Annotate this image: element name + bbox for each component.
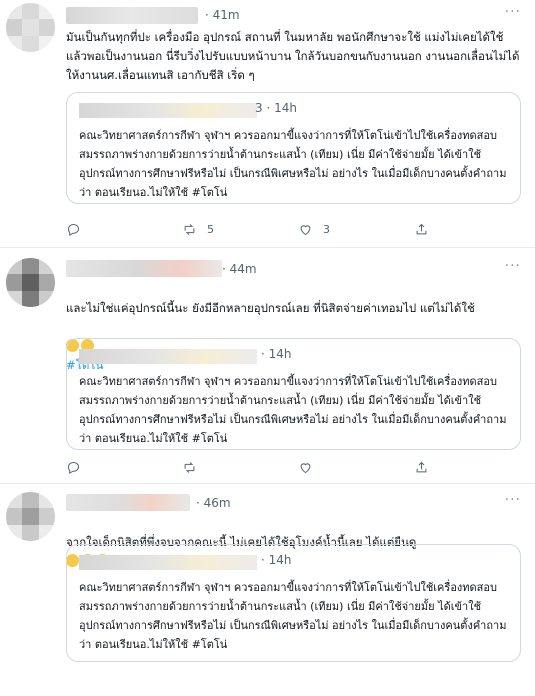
- like-count: 3: [323, 223, 330, 236]
- heart-icon: [300, 225, 311, 236]
- quoted-tweet[interactable]: · 14h คณะวิทยาศาสตร์การกีฬา จุฬาฯ ควรออก…: [66, 544, 521, 662]
- share-button[interactable]: [414, 460, 504, 475]
- quoted-text: คณะวิทยาศาสตร์การกีฬา จุฬาฯ ควรออกมาขี้แ…: [79, 129, 507, 199]
- quoted-username-blurred: [79, 349, 257, 364]
- avatar[interactable]: [6, 3, 55, 52]
- tweet-actions: [66, 460, 504, 475]
- reply-icon: [67, 461, 80, 475]
- quoted-time[interactable]: · 14h: [261, 553, 292, 567]
- share-button[interactable]: [414, 222, 504, 237]
- tweet-time[interactable]: · 46m: [196, 496, 231, 510]
- quoted-text: คณะวิทยาศาสตร์การกีฬา จุฬาฯ ควรออกมาขี้แ…: [79, 581, 507, 651]
- tweet-3[interactable]: · 46m ··· จากใจเด็กนิสิตที่พึ่งจบจากคณะน…: [0, 484, 535, 696]
- tweet-time[interactable]: · 44m: [222, 262, 257, 276]
- reply-button[interactable]: [66, 460, 156, 475]
- reply-button[interactable]: [66, 222, 156, 237]
- avatar[interactable]: [6, 492, 55, 541]
- share-icon: [416, 461, 427, 473]
- reply-icon: [67, 223, 80, 237]
- share-icon: [416, 223, 427, 235]
- tweet-time[interactable]: · 41m: [205, 8, 240, 22]
- username-blurred[interactable]: [66, 494, 190, 511]
- more-icon[interactable]: ···: [505, 258, 521, 274]
- like-button[interactable]: [298, 460, 388, 475]
- tweet-text: มันเป็นกันทุกที่ปะ เครื่องมือ อุปกรณ์ สถ…: [66, 30, 520, 82]
- avatar[interactable]: [6, 258, 55, 307]
- quoted-tweet[interactable]: 3 · 14h คณะวิทยาศาสตร์การกีฬา จุฬาฯ ควรอ…: [66, 92, 521, 204]
- more-icon[interactable]: ···: [505, 492, 521, 508]
- tweet-2[interactable]: · 44m ··· และไม่ใช่แค่อุปกรณ์นี้นะ ยังมี…: [0, 248, 535, 484]
- quoted-time[interactable]: 3 · 14h: [255, 101, 297, 115]
- retweet-count: 5: [207, 223, 214, 236]
- quoted-text: คณะวิทยาศาสตร์การกีฬา จุฬาฯ ควรออกมาขี้แ…: [79, 375, 507, 445]
- heart-icon: [300, 463, 311, 474]
- quoted-time[interactable]: · 14h: [261, 347, 292, 361]
- quoted-username-blurred: [79, 555, 257, 570]
- more-icon[interactable]: ···: [505, 4, 521, 20]
- retweet-icon: [184, 224, 195, 235]
- like-button[interactable]: 3: [298, 222, 388, 237]
- username-blurred[interactable]: [66, 260, 222, 277]
- quoted-tweet[interactable]: · 14h คณะวิทยาศาสตร์การกีฬา จุฬาฯ ควรออก…: [66, 338, 521, 450]
- retweet-icon: [184, 462, 195, 473]
- quoted-username-blurred: [79, 103, 257, 118]
- tweet-actions: 5 3: [66, 222, 504, 237]
- tweet-1[interactable]: · 41m ··· มันเป็นกันทุกที่ปะ เครื่องมือ …: [0, 0, 535, 248]
- retweet-button[interactable]: 5: [182, 222, 272, 237]
- tweet-body: และไม่ใช่แค่อุปกรณ์นี้นะ ยังมีอีกหลายอุป…: [66, 301, 475, 315]
- username-blurred[interactable]: [66, 7, 198, 24]
- retweet-button[interactable]: [182, 460, 272, 475]
